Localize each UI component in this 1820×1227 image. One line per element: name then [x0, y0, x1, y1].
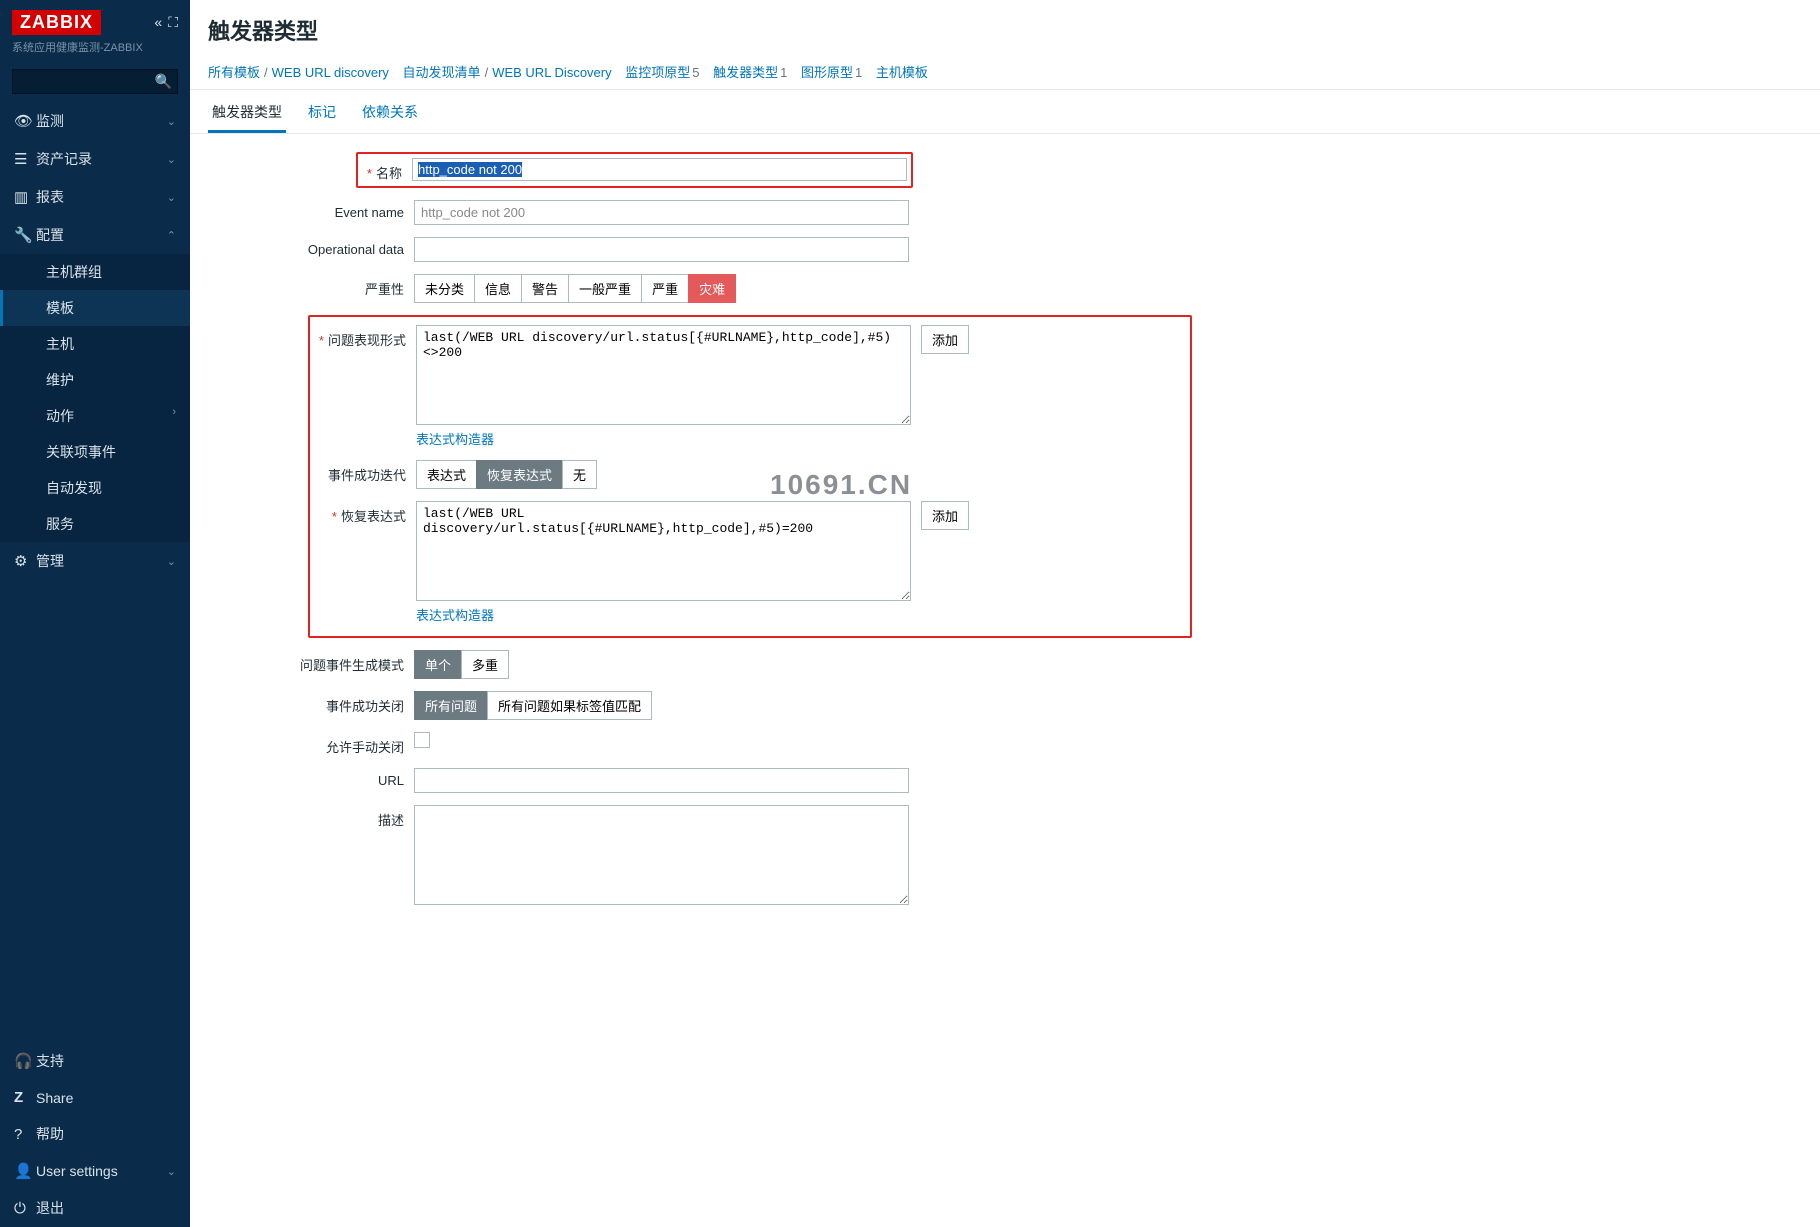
ok-iter-none[interactable]: 无	[562, 460, 597, 489]
name-input[interactable]: http_code not 200	[418, 162, 522, 177]
ok-iter-expression[interactable]: 表达式	[416, 460, 477, 489]
chevron-down-icon: ⌄	[167, 1165, 176, 1178]
problem-expr-add-button[interactable]: 添加	[921, 325, 969, 354]
event-name-input[interactable]	[414, 200, 909, 225]
app-subtitle: 系统应用健康监测-ZABBIX	[12, 39, 178, 55]
chevron-down-icon: ⌄	[167, 115, 176, 128]
tab-dependencies[interactable]: 依赖关系	[358, 96, 422, 133]
eye-icon: 👁	[14, 112, 36, 130]
list-icon: ☰	[14, 150, 36, 168]
crumb-item-prototypes[interactable]: 监控项原型	[625, 65, 690, 80]
subnav-hostgroups[interactable]: 主机群组	[0, 254, 190, 290]
gen-mode-label: 问题事件生成模式	[300, 658, 404, 673]
crumb-all-templates[interactable]: 所有模板	[208, 65, 260, 80]
chevron-down-icon: ⌄	[167, 555, 176, 568]
crumb-graph-prototypes[interactable]: 图形原型	[801, 65, 853, 80]
nav-admin[interactable]: ⚙管理⌄	[0, 542, 190, 580]
search-icon[interactable]: 🔍	[155, 73, 172, 90]
recovery-expr-label: 恢复表达式	[341, 509, 406, 524]
manual-close-label: 允许手动关闭	[326, 740, 404, 755]
recovery-expr-add-button[interactable]: 添加	[921, 501, 969, 530]
sev-average[interactable]: 一般严重	[568, 274, 642, 303]
ok-close-tagmatch[interactable]: 所有问题如果标签值匹配	[487, 691, 652, 720]
severity-segmented: 未分类 信息 警告 一般严重 严重 灾难	[414, 274, 736, 303]
severity-label: 严重性	[365, 282, 404, 297]
subnav-hosts[interactable]: 主机	[0, 326, 190, 362]
chevron-down-icon: ⌄	[167, 191, 176, 204]
page-title: 触发器类型	[190, 0, 1820, 58]
sev-high[interactable]: 严重	[641, 274, 689, 303]
headset-icon: 🎧	[14, 1052, 36, 1070]
url-input[interactable]	[414, 768, 909, 793]
help-icon: ?	[14, 1126, 36, 1143]
recovery-expr-input[interactable]: last(/WEB URL discovery/url.status[{#URL…	[416, 501, 911, 601]
gear-icon: ⚙	[14, 552, 36, 570]
crumb-discovery-list[interactable]: 自动发现清单	[403, 65, 481, 80]
name-label: 名称	[376, 166, 402, 181]
desc-label: 描述	[378, 813, 404, 828]
nav-reports[interactable]: ▥报表⌄	[0, 178, 190, 216]
tab-trigger[interactable]: 触发器类型	[208, 96, 286, 133]
sidebar-collapse-icon[interactable]: «	[154, 14, 162, 31]
problem-expr-label: 问题表现形式	[328, 333, 406, 348]
ok-iter-label: 事件成功迭代	[328, 468, 406, 483]
main-content: 触发器类型 所有模板/WEB URL discovery 自动发现清单/WEB …	[190, 0, 1820, 1227]
power-icon: ⏻	[14, 1200, 36, 1217]
gen-mode-multiple[interactable]: 多重	[461, 650, 509, 679]
nav-user-settings[interactable]: 👤User settings⌄	[0, 1153, 190, 1189]
ok-close-all[interactable]: 所有问题	[414, 691, 488, 720]
opdata-label: Operational data	[308, 242, 404, 257]
tab-tags[interactable]: 标记	[304, 96, 340, 133]
logo: ZABBIX	[12, 10, 101, 35]
bar-icon: ▥	[14, 188, 36, 206]
chevron-up-icon: ⌃	[167, 229, 176, 242]
subnav-correlation[interactable]: 关联项事件	[0, 434, 190, 470]
ok-close-label: 事件成功关闭	[326, 699, 404, 714]
sev-not-classified[interactable]: 未分类	[414, 274, 475, 303]
user-icon: 👤	[14, 1162, 36, 1180]
problem-expr-builder-link[interactable]: 表达式构造器	[416, 429, 494, 448]
sev-disaster[interactable]: 灾难	[688, 274, 736, 303]
opdata-input[interactable]	[414, 237, 909, 262]
breadcrumb: 所有模板/WEB URL discovery 自动发现清单/WEB URL Di…	[190, 58, 1820, 90]
nav-monitoring[interactable]: 👁监测⌄	[0, 102, 190, 140]
subnav-services[interactable]: 服务	[0, 506, 190, 542]
manual-close-checkbox[interactable]	[414, 732, 430, 748]
desc-input[interactable]	[414, 805, 909, 905]
crumb-host-prototypes[interactable]: 主机模板	[876, 65, 928, 80]
sidebar-expand-icon[interactable]: ⛶	[168, 14, 178, 31]
subnav-maintenance[interactable]: 维护	[0, 362, 190, 398]
share-icon: Z	[14, 1089, 36, 1106]
recovery-expr-builder-link[interactable]: 表达式构造器	[416, 605, 494, 624]
wrench-icon: 🔧	[14, 226, 36, 244]
tabs: 触发器类型 标记 依赖关系	[190, 90, 1820, 134]
subnav-discovery[interactable]: 自动发现	[0, 470, 190, 506]
search-input[interactable]	[12, 69, 178, 94]
chevron-down-icon: ⌄	[167, 153, 176, 166]
crumb-trigger-prototypes[interactable]: 触发器类型	[713, 65, 778, 80]
sev-warning[interactable]: 警告	[521, 274, 569, 303]
nav-help[interactable]: ?帮助	[0, 1115, 190, 1153]
sidebar: ZABBIX « ⛶ 系统应用健康监测-ZABBIX 🔍 👁监测⌄ ☰资产记录⌄…	[0, 0, 190, 1227]
nav-signout[interactable]: ⏻退出	[0, 1189, 190, 1227]
crumb-template[interactable]: WEB URL discovery	[272, 65, 389, 80]
nav-support[interactable]: 🎧支持	[0, 1042, 190, 1080]
sev-information[interactable]: 信息	[474, 274, 522, 303]
nav-configuration[interactable]: 🔧配置⌃	[0, 216, 190, 254]
nav-share[interactable]: ZShare	[0, 1080, 190, 1115]
subnav-actions[interactable]: 动作›	[0, 398, 190, 434]
gen-mode-single[interactable]: 单个	[414, 650, 462, 679]
main-nav: 👁监测⌄ ☰资产记录⌄ ▥报表⌄ 🔧配置⌃ 主机群组 模板 主机 维护 动作› …	[0, 102, 190, 580]
nav-inventory[interactable]: ☰资产记录⌄	[0, 140, 190, 178]
url-label: URL	[378, 773, 404, 788]
subnav-templates[interactable]: 模板	[0, 290, 190, 326]
event-name-label: Event name	[335, 205, 404, 220]
problem-expr-input[interactable]: last(/WEB URL discovery/url.status[{#URL…	[416, 325, 911, 425]
crumb-rule[interactable]: WEB URL Discovery	[492, 65, 611, 80]
ok-iter-recovery[interactable]: 恢复表达式	[476, 460, 563, 489]
